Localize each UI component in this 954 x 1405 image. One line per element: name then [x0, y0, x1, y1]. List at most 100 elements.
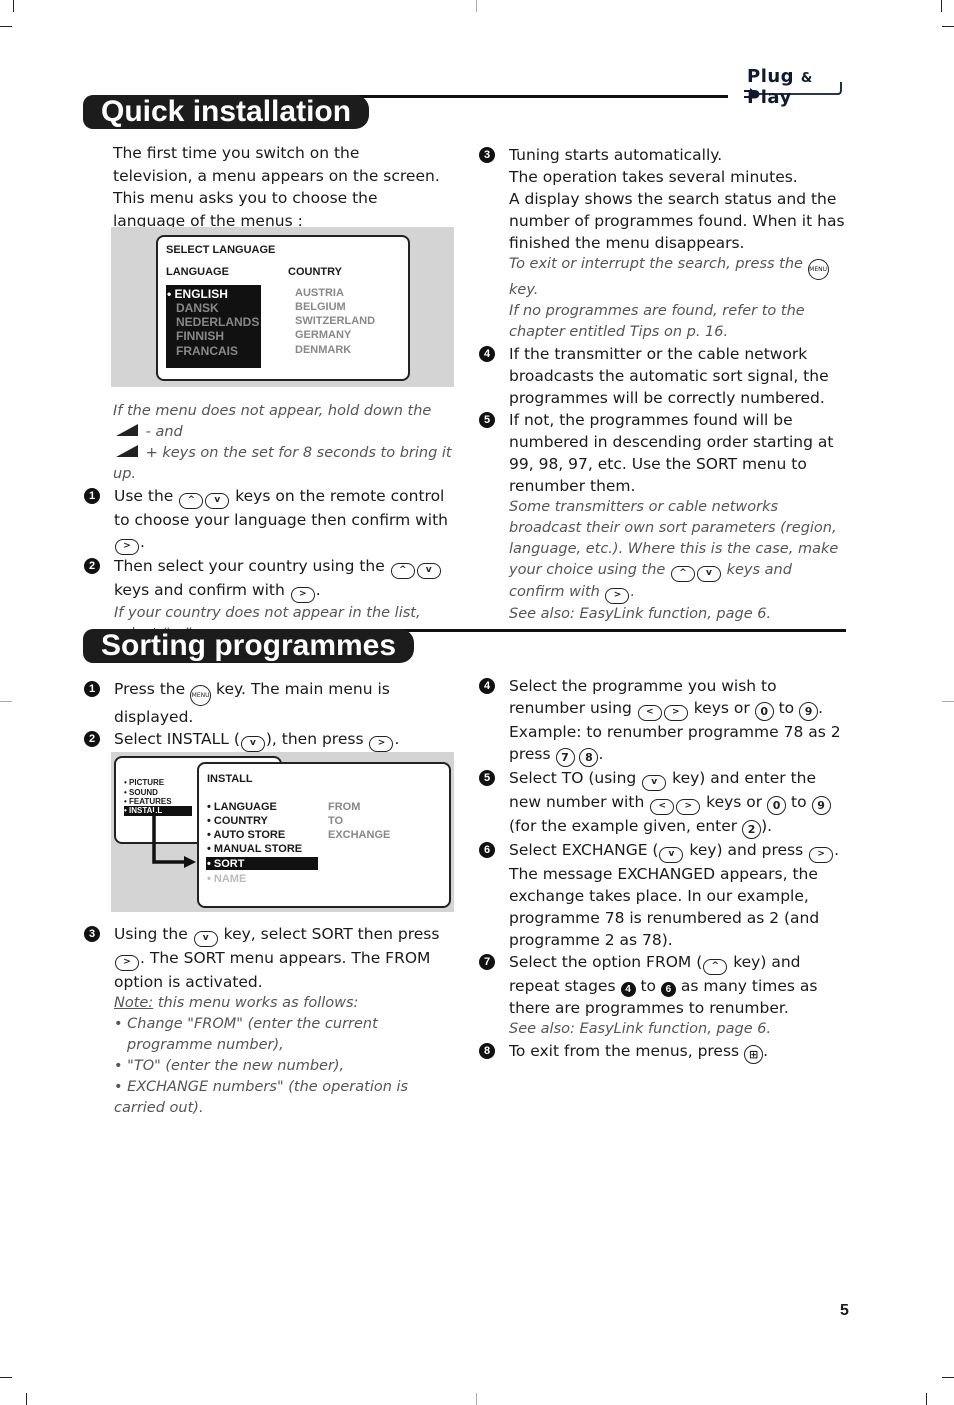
step: 3 Tuning starts automatically. The opera… — [479, 144, 846, 343]
down-key-icon: v — [193, 931, 218, 947]
sorting-steps-bottom-left: 3 Using the v key, select SORT then pres… — [84, 923, 456, 1119]
main-menu-item[interactable]: • FEATURES — [124, 797, 172, 806]
crop-mark — [926, 1393, 927, 1405]
quick-install-steps-left: If the menu does not appear, hold down t… — [84, 401, 456, 645]
step-number: 4 — [479, 678, 495, 694]
arrow-icon — [152, 812, 196, 868]
menu-title: SELECT LANGUAGE — [166, 244, 276, 256]
step: 6 Select EXCHANGE (v key) and press >. T… — [479, 839, 846, 951]
step-number: 4 — [479, 346, 495, 362]
digit-0-key-icon: 0 — [767, 796, 787, 815]
down-key-icon: v — [696, 566, 721, 582]
step: 7 Select the option FROM (^ key) and rep… — [479, 951, 846, 1040]
crop-mark — [0, 1377, 12, 1378]
step-number: 1 — [84, 488, 100, 504]
plug-icon — [744, 82, 842, 100]
country-option[interactable]: DENMARK — [295, 344, 351, 356]
step: 5 If not, the programmes found will be n… — [479, 409, 846, 625]
language-option[interactable]: DANSK — [176, 301, 219, 315]
install-menu-item[interactable]: • NAME — [207, 873, 246, 885]
volume-icon — [116, 445, 138, 457]
crop-mark — [13, 0, 14, 12]
main-menu-item[interactable]: • SOUND — [124, 788, 158, 797]
step: 3 Using the v key, select SORT then pres… — [84, 923, 456, 1119]
left-key-icon: < — [650, 799, 675, 815]
right-key-icon: > — [676, 799, 701, 815]
step-number: 6 — [479, 842, 495, 858]
step-number: 3 — [84, 926, 100, 942]
section-title-sorting-programmes: Sorting programmes — [83, 629, 415, 663]
right-key-icon: > — [605, 588, 630, 604]
digit-9-key-icon: 9 — [799, 702, 819, 721]
step: 5 Select TO (using v key) and enter the … — [479, 767, 846, 839]
sort-option[interactable]: EXCHANGE — [328, 829, 390, 841]
select-language-menu: SELECT LANGUAGE LANGUAGE COUNTRY • ENGLI… — [156, 235, 410, 381]
install-menu: INSTALL • LANGUAGE • COUNTRY • AUTO STOR… — [197, 762, 451, 908]
step-number: 2 — [84, 731, 100, 747]
crop-mark — [942, 26, 954, 27]
country-option[interactable]: GERMANY — [295, 329, 351, 341]
language-option[interactable]: NEDERLANDS — [176, 315, 259, 329]
quick-install-intro: The first time you switch on the televis… — [113, 144, 440, 230]
step-number: 3 — [479, 147, 495, 163]
sort-option[interactable]: TO — [328, 815, 343, 827]
language-option[interactable]: • ENGLISH — [167, 287, 228, 301]
crop-mark — [942, 701, 954, 702]
step: 1 Use the ^ v keys on the remote control … — [84, 485, 456, 555]
sorting-steps-right: 4 Select the programme you wish to renum… — [479, 675, 846, 1064]
country-option[interactable]: BELGIUM — [295, 301, 346, 313]
step-number: 5 — [479, 412, 495, 428]
up-key-icon: ^ — [670, 566, 695, 582]
step-number: 2 — [84, 558, 100, 574]
down-key-icon: v — [642, 775, 667, 791]
section-title-quick-installation: Quick installation — [83, 95, 370, 129]
digit-9-key-icon: 9 — [811, 796, 831, 815]
right-key-icon: > — [369, 736, 394, 752]
crop-mark — [942, 1377, 954, 1378]
step: 1 Press the MENU key. The main menu is d… — [84, 678, 456, 728]
page-number: 5 — [840, 1302, 849, 1319]
down-key-icon: v — [240, 736, 265, 752]
section-rule — [340, 629, 846, 632]
up-key-icon: ^ — [179, 493, 204, 509]
digit-8-key-icon: 8 — [579, 748, 599, 767]
step-number: 1 — [84, 681, 100, 697]
crop-mark — [0, 26, 12, 27]
menu-key-icon: MENU — [190, 685, 212, 706]
country-option[interactable]: SWITZERLAND — [295, 315, 375, 327]
down-key-icon: v — [205, 493, 230, 509]
right-key-icon: > — [115, 539, 139, 555]
country-option[interactable]: AUSTRIA — [295, 287, 344, 299]
digit-2-key-icon: 2 — [742, 820, 762, 839]
right-key-icon: > — [663, 705, 688, 721]
step-number: 7 — [479, 954, 495, 970]
main-menu-item[interactable]: • PICTURE — [124, 778, 164, 787]
crop-mark — [26, 1393, 27, 1405]
language-header: LANGUAGE — [166, 266, 229, 278]
left-key-icon: < — [637, 705, 662, 721]
language-option[interactable]: FRANCAIS — [176, 344, 238, 358]
crop-mark — [941, 0, 942, 12]
exit-key-icon: ⊞ — [744, 1045, 764, 1064]
plug-and-play-logo: Plug & Play — [738, 66, 848, 108]
install-menu-item[interactable]: • MANUAL STORE — [207, 843, 302, 855]
country-header: COUNTRY — [288, 266, 342, 278]
volume-icon — [116, 424, 138, 436]
install-menu-title: INSTALL — [207, 773, 253, 785]
install-menu-item[interactable]: • AUTO STORE — [207, 829, 285, 841]
right-key-icon: > — [290, 587, 315, 603]
crop-mark — [0, 701, 12, 702]
down-key-icon: v — [659, 847, 684, 863]
crop-mark — [476, 1393, 477, 1405]
step: 8 To exit from the menus, press ⊞. — [479, 1040, 846, 1064]
install-menu-item[interactable]: • LANGUAGE — [207, 801, 277, 813]
sort-option[interactable]: FROM — [328, 801, 360, 813]
down-key-icon: v — [416, 563, 441, 579]
quick-install-steps-right: 3 Tuning starts automatically. The opera… — [479, 144, 846, 625]
install-menu-item[interactable]: • SORT — [207, 858, 244, 870]
step-reference: 6 — [660, 982, 676, 997]
install-menu-item[interactable]: • COUNTRY — [207, 815, 268, 827]
language-option[interactable]: FINNISH — [176, 329, 224, 343]
right-key-icon: > — [115, 955, 139, 971]
step: 4 Select the programme you wish to renum… — [479, 675, 846, 767]
